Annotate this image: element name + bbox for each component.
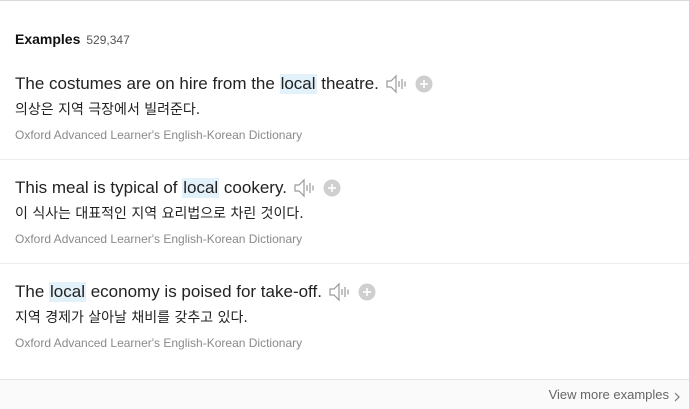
example-translation: 의상은 지역 극장에서 빌려준다. — [15, 102, 201, 118]
speaker-icon[interactable] — [328, 282, 350, 302]
sentence-text-after: economy is poised for take-off. — [86, 282, 322, 301]
add-to-wordbook-icon[interactable] — [323, 179, 341, 197]
example-item: The local economy is poised for take-off… — [15, 281, 689, 350]
examples-panel: Examples 529,347 The costumes are on hir… — [0, 0, 689, 409]
speaker-icon[interactable] — [293, 178, 315, 198]
example-source: Oxford Advanced Learner's English-Korean… — [15, 336, 303, 350]
highlighted-keyword: local — [279, 74, 317, 94]
divider — [0, 159, 689, 160]
example-source: Oxford Advanced Learner's English-Korean… — [15, 128, 303, 142]
example-sentence: The costumes are on hire from the local … — [15, 73, 689, 95]
example-sentence: The local economy is poised for take-off… — [15, 281, 689, 303]
example-item: This meal is typical of local cookery. 이… — [15, 177, 689, 246]
example-sentence: This meal is typical of local cookery. — [15, 177, 689, 199]
example-translation: 지역 경제가 살아날 채비를 갖추고 있다. — [15, 310, 248, 326]
add-to-wordbook-icon[interactable] — [415, 75, 433, 93]
sentence-text-before: This meal is typical of — [15, 178, 183, 197]
example-translation: 이 식사는 대표적인 지역 요리법으로 차린 것이다. — [15, 206, 304, 222]
highlighted-keyword: local — [49, 282, 86, 302]
view-more-examples-link[interactable]: View more examples — [549, 387, 681, 402]
sentence-text-before: The costumes are on hire from the — [15, 74, 280, 93]
sentence-text-before: The — [15, 282, 50, 301]
divider — [0, 263, 689, 264]
examples-count: 529,347 — [86, 33, 130, 47]
examples-footer: View more examples — [0, 379, 689, 409]
highlighted-keyword: local — [182, 178, 220, 198]
sentence-text-after: theatre. — [316, 74, 379, 93]
speaker-icon[interactable] — [385, 74, 407, 94]
view-more-label: View more examples — [548, 387, 669, 402]
example-item: The costumes are on hire from the local … — [15, 73, 689, 142]
examples-title: Examples — [15, 31, 81, 47]
examples-header: Examples 529,347 — [15, 31, 130, 47]
sentence-text-after: cookery. — [219, 178, 287, 197]
example-source: Oxford Advanced Learner's English-Korean… — [15, 232, 303, 246]
add-to-wordbook-icon[interactable] — [358, 283, 376, 301]
chevron-right-icon — [673, 390, 681, 401]
